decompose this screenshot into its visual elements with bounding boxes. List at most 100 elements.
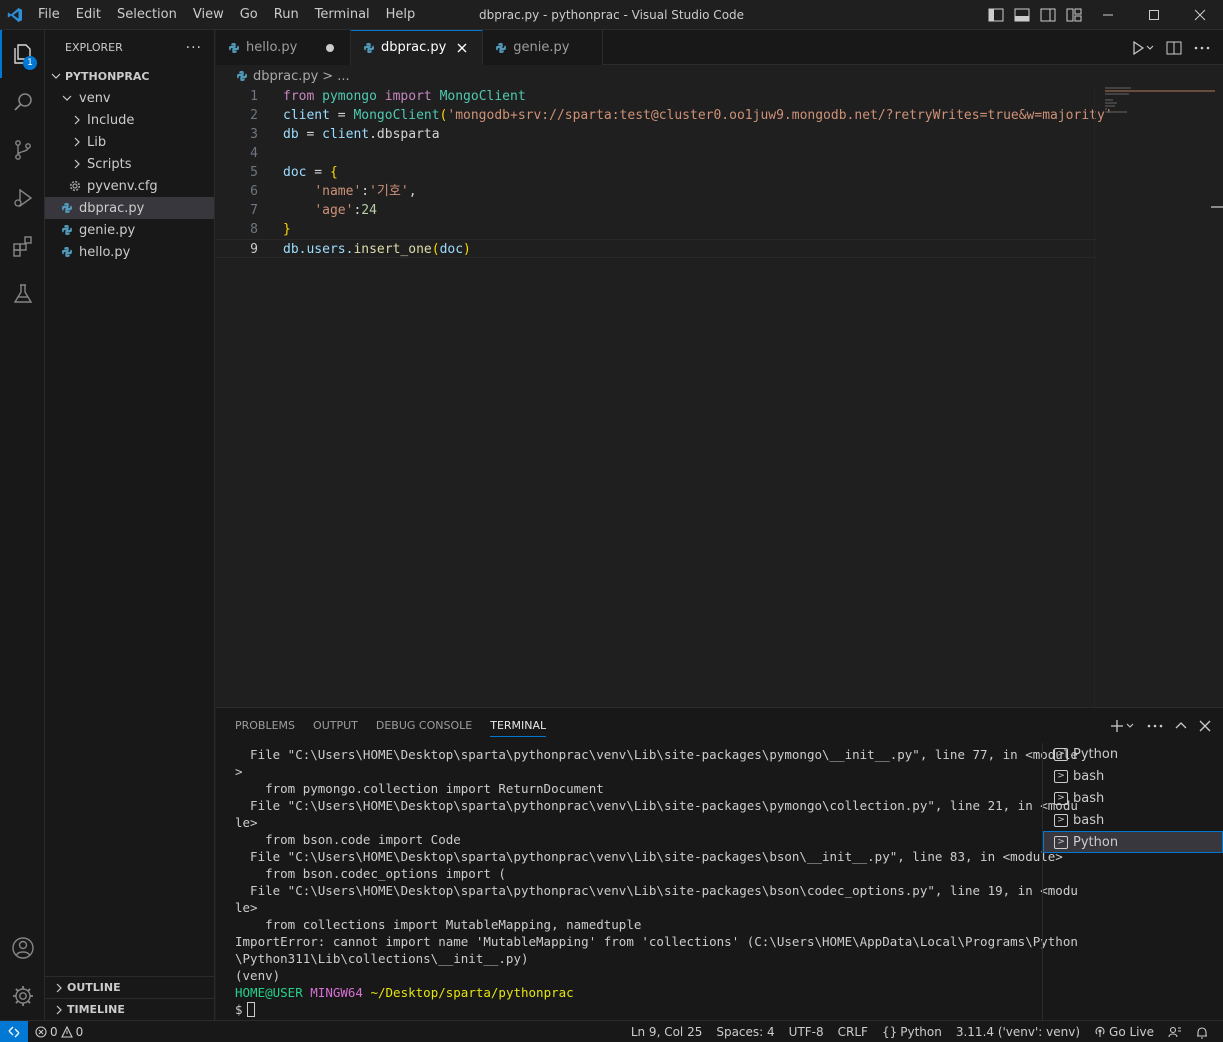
terminal-instance-bash[interactable]: > bash xyxy=(1043,765,1223,787)
more-actions-icon[interactable] xyxy=(1191,37,1213,59)
menu-selection[interactable]: Selection xyxy=(109,0,185,30)
more-actions-icon[interactable] xyxy=(1147,724,1163,728)
code-line: 8 } xyxy=(216,220,1096,239)
close-tab-icon[interactable] xyxy=(452,38,472,58)
language-mode[interactable]: {} Python xyxy=(875,1021,949,1042)
terminal-line: File "C:\Users\HOME\Desktop\sparta\pytho… xyxy=(235,798,1078,813)
notifications-button[interactable] xyxy=(1189,1021,1215,1042)
close-window-icon[interactable] xyxy=(1177,0,1223,30)
toggle-primary-sidebar-icon[interactable] xyxy=(985,4,1007,26)
prompt-user: HOME@USER xyxy=(235,985,303,1000)
terminal-icon: > xyxy=(1054,769,1068,783)
tree-item-scripts[interactable]: Scripts xyxy=(45,153,214,175)
split-editor-icon[interactable] xyxy=(1163,37,1185,59)
go-live-button[interactable]: Go Live xyxy=(1087,1021,1161,1042)
breadcrumb-symbols[interactable]: ... xyxy=(337,69,349,84)
extensions-activity[interactable] xyxy=(0,222,45,270)
manage-activity[interactable] xyxy=(0,972,45,1020)
tab-debug-console[interactable]: DEBUG CONSOLE xyxy=(367,708,481,743)
feedback-button[interactable] xyxy=(1161,1021,1189,1042)
outline-section[interactable]: OUTLINE xyxy=(45,976,215,998)
explorer-more-actions[interactable]: ··· xyxy=(186,40,202,56)
terminal-line: ImportError: cannot import name 'Mutable… xyxy=(235,934,1078,949)
terminal-instance-bash[interactable]: > bash xyxy=(1043,809,1223,831)
tab-problems[interactable]: PROBLEMS xyxy=(226,708,304,743)
tab-dbprac-py[interactable]: dbprac.py xyxy=(351,30,484,65)
python-file-icon xyxy=(59,224,75,236)
terminal-input-line[interactable]: $ xyxy=(235,1001,1035,1018)
search-icon xyxy=(13,93,32,111)
menu-go[interactable]: Go xyxy=(232,0,266,30)
tree-item-pyvenv-cfg[interactable]: pyvenv.cfg xyxy=(45,175,214,197)
end-of-line[interactable]: CRLF xyxy=(831,1021,875,1042)
line-number: 6 xyxy=(250,184,258,199)
source-control-activity[interactable] xyxy=(0,126,45,174)
toggle-secondary-sidebar-icon[interactable] xyxy=(1037,4,1059,26)
tree-item-venv[interactable]: venv xyxy=(45,87,214,109)
run-python-file-icon[interactable] xyxy=(1129,37,1157,59)
python-interpreter[interactable]: 3.11.4 ('venv': venv) xyxy=(949,1021,1087,1042)
tree-item-include[interactable]: Include xyxy=(45,109,214,131)
menu-edit[interactable]: Edit xyxy=(68,0,109,30)
menu-view[interactable]: View xyxy=(185,0,232,30)
terminal-instance-python[interactable]: > Python xyxy=(1043,743,1223,765)
vscode-logo-icon[interactable] xyxy=(0,0,30,30)
tab-hello-py[interactable]: hello.py xyxy=(216,30,351,65)
terminal-line: from bson.code import Code xyxy=(235,832,461,847)
explorer-activity[interactable]: 1 xyxy=(0,30,45,78)
menu-help[interactable]: Help xyxy=(378,0,424,30)
problems-status[interactable]: 0 0 xyxy=(28,1021,90,1042)
maximize-icon[interactable] xyxy=(1131,0,1177,30)
minimap-line xyxy=(1105,105,1115,107)
modified-dot-icon[interactable] xyxy=(320,38,340,58)
tab-label: hello.py xyxy=(246,40,298,55)
tab-terminal[interactable]: TERMINAL xyxy=(481,708,555,743)
menu-run[interactable]: Run xyxy=(266,0,307,30)
status-bar: 0 0 Ln 9, Col 25 Spaces: 4 UTF-8 CRLF {}… xyxy=(0,1020,1223,1042)
encoding[interactable]: UTF-8 xyxy=(782,1021,831,1042)
terminal-instance-label: bash xyxy=(1073,790,1105,806)
maximize-panel-icon[interactable] xyxy=(1175,720,1187,732)
explorer-header: EXPLORER ··· xyxy=(45,30,214,65)
terminal-instance-label: Python xyxy=(1073,834,1119,850)
toggle-panel-icon[interactable] xyxy=(1011,4,1033,26)
tree-item-hello-py[interactable]: hello.py xyxy=(45,241,214,263)
tab-genie-py[interactable]: genie.py xyxy=(483,30,604,65)
terminal-instance-bash[interactable]: > bash xyxy=(1043,787,1223,809)
remote-indicator[interactable] xyxy=(0,1020,28,1042)
terminal-cursor xyxy=(246,1002,255,1017)
status-bar-right: Ln 9, Col 25 Spaces: 4 UTF-8 CRLF {} Pyt… xyxy=(624,1021,1215,1042)
close-panel-icon[interactable] xyxy=(1199,720,1211,732)
code-editor[interactable]: 1 from pymongo import MongoClient 2 clie… xyxy=(216,87,1223,707)
timeline-section[interactable]: TIMELINE xyxy=(45,998,215,1020)
prompt-shell: MINGW64 xyxy=(310,985,363,1000)
terminal-prompt: HOME@USER MINGW64 ~/Desktop/sparta/pytho… xyxy=(235,984,1035,1001)
terminal-instance-python-active[interactable]: > Python xyxy=(1043,831,1223,853)
code-line: 7 'age':24 xyxy=(216,201,1096,220)
line-number: 9 xyxy=(250,242,258,257)
search-activity[interactable] xyxy=(0,78,45,126)
customize-layout-icon[interactable] xyxy=(1063,4,1085,26)
menu-terminal[interactable]: Terminal xyxy=(307,0,378,30)
code-line: 3 db = client.dbsparta xyxy=(216,125,1096,144)
new-terminal-icon[interactable] xyxy=(1111,719,1135,733)
tree-item-genie-py[interactable]: genie.py xyxy=(45,219,214,241)
tree-item-lib[interactable]: Lib xyxy=(45,131,214,153)
accounts-activity[interactable] xyxy=(0,924,45,972)
run-debug-activity[interactable] xyxy=(0,174,45,222)
tab-output[interactable]: OUTPUT xyxy=(304,708,367,743)
minimize-icon[interactable] xyxy=(1085,0,1131,30)
cursor-position[interactable]: Ln 9, Col 25 xyxy=(624,1021,710,1042)
window-controls xyxy=(1085,0,1223,30)
go-live-label: Go Live xyxy=(1109,1025,1154,1039)
breadcrumb-file[interactable]: dbprac.py xyxy=(253,69,318,84)
menu-file[interactable]: File xyxy=(30,0,68,30)
indentation[interactable]: Spaces: 4 xyxy=(709,1021,781,1042)
workspace-folder[interactable]: PYTHONPRAC xyxy=(45,65,214,87)
chevron-down-icon xyxy=(51,71,65,81)
terminal-output[interactable]: File "C:\Users\HOME\Desktop\sparta\pytho… xyxy=(235,746,1078,1021)
minimap[interactable] xyxy=(1094,87,1223,707)
error-count: 0 xyxy=(50,1024,58,1039)
tree-item-dbprac-py[interactable]: dbprac.py xyxy=(45,197,214,219)
testing-activity[interactable] xyxy=(0,270,45,318)
